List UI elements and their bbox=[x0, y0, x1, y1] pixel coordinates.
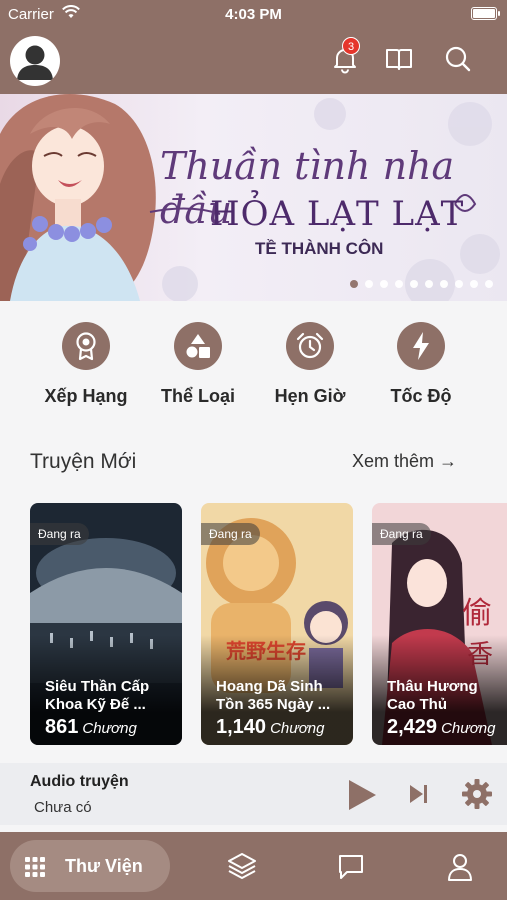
chapter-unit: Chương bbox=[270, 720, 325, 737]
profile-icon[interactable] bbox=[446, 852, 474, 882]
pagination-dot[interactable] bbox=[395, 280, 403, 288]
battery-icon bbox=[471, 7, 500, 20]
svg-text:偷: 偷 bbox=[462, 596, 492, 631]
pagination-dot[interactable] bbox=[380, 280, 388, 288]
card-title: Hoang Dã Sinh Tồn 365 Ngày ... bbox=[216, 678, 331, 713]
top-bar: Carrier 4:03 PM 3 bbox=[0, 0, 507, 94]
layers-icon[interactable] bbox=[227, 852, 257, 880]
category-icon-wrap bbox=[62, 322, 110, 370]
audio-player-bar[interactable]: Audio truyện Chưa có bbox=[0, 763, 507, 825]
card-title: Thâu Hương Cao Thủ bbox=[387, 678, 478, 713]
status-badge: Đang ra bbox=[201, 523, 260, 545]
card-title: Siêu Thần Cấp Khoa Kỹ Đế ... bbox=[45, 678, 150, 713]
chapter-number: 861 bbox=[45, 716, 79, 738]
audio-title: Audio truyện bbox=[30, 773, 129, 790]
chapter-count: 861 Chương bbox=[45, 716, 137, 739]
banner-subtitle: HỎA LẠT LẠT bbox=[210, 194, 465, 234]
clock: 4:03 PM bbox=[225, 6, 282, 23]
story-card[interactable]: Đang ra Siêu Thần Cấp Khoa Kỹ Đế ... 861… bbox=[30, 503, 182, 745]
category-label: Tốc Độ bbox=[390, 386, 452, 406]
banner-author: TỀ THÀNH CÔN bbox=[255, 239, 384, 258]
story-card[interactable]: 偷 香 Đang ra Thâu Hương Cao Thủ 2,429Chươ… bbox=[372, 503, 507, 745]
category-timer[interactable]: Hẹn Giờ bbox=[255, 322, 365, 407]
nav-library-label: Thư Viện bbox=[65, 856, 143, 876]
user-avatar-icon bbox=[12, 38, 58, 84]
story-card[interactable]: 荒野生存 Đang ra Hoang Dã Sinh Tồn 365 Ngày … bbox=[201, 503, 353, 745]
featured-banner[interactable]: Thuần tình nha đầu HỎA LẠT LẠT TỀ THÀNH … bbox=[0, 94, 507, 301]
status-bar: Carrier 4:03 PM bbox=[0, 0, 507, 28]
section-title: Truyện Mới bbox=[30, 450, 137, 473]
category-label: Xếp Hạng bbox=[44, 386, 128, 406]
category-ranking[interactable]: Xếp Hạng bbox=[31, 322, 141, 407]
pagination-dot[interactable] bbox=[425, 280, 433, 288]
pagination-dot[interactable] bbox=[440, 280, 448, 288]
pagination-dot[interactable] bbox=[410, 280, 418, 288]
category-icon-wrap bbox=[174, 322, 222, 370]
see-more-link[interactable]: Xem thêm → bbox=[352, 451, 457, 472]
nav-library[interactable]: Thư Viện bbox=[10, 840, 170, 892]
search-icon[interactable] bbox=[443, 44, 473, 74]
chapter-unit: Chương bbox=[82, 720, 137, 737]
pagination-dot[interactable] bbox=[470, 280, 478, 288]
avatar[interactable] bbox=[10, 36, 60, 86]
category-label: Thể Loại bbox=[160, 386, 235, 406]
gear-icon[interactable] bbox=[461, 778, 493, 810]
chapter-count: 2,429 Chương bbox=[387, 716, 496, 739]
category-label: Hẹn Giờ bbox=[274, 386, 346, 406]
chapter-number: 2,429 bbox=[387, 716, 438, 738]
status-badge: Đang ra bbox=[372, 523, 431, 545]
pagination-dot[interactable] bbox=[365, 280, 373, 288]
banner-pagination[interactable] bbox=[350, 280, 493, 288]
book-icon[interactable] bbox=[384, 44, 414, 74]
category-speed[interactable]: Tốc Độ bbox=[366, 322, 476, 407]
alarm-icon bbox=[296, 332, 324, 359]
grid-icon bbox=[25, 857, 45, 877]
lightning-icon bbox=[413, 332, 429, 360]
bottom-nav: Thư Viện bbox=[0, 832, 507, 900]
chapter-number: 1,140 bbox=[216, 716, 267, 738]
pagination-dot[interactable] bbox=[455, 280, 463, 288]
audio-status: Chưa có bbox=[34, 799, 92, 816]
pagination-dot[interactable] bbox=[485, 280, 493, 288]
category-icon-wrap bbox=[286, 322, 334, 370]
chapter-count: 1,140 Chương bbox=[216, 716, 325, 739]
pagination-dot[interactable] bbox=[350, 280, 358, 288]
award-icon bbox=[76, 332, 96, 361]
category-genre[interactable]: Thể Loại bbox=[143, 322, 253, 407]
skip-next-icon[interactable] bbox=[408, 783, 430, 805]
chapter-unit: Chương bbox=[441, 720, 496, 737]
chat-icon[interactable] bbox=[337, 853, 365, 881]
category-icon-wrap bbox=[397, 322, 445, 370]
status-badge: Đang ra bbox=[30, 523, 89, 545]
shapes-icon bbox=[186, 334, 210, 358]
play-icon[interactable] bbox=[346, 778, 378, 812]
notification-badge: 3 bbox=[342, 37, 360, 55]
